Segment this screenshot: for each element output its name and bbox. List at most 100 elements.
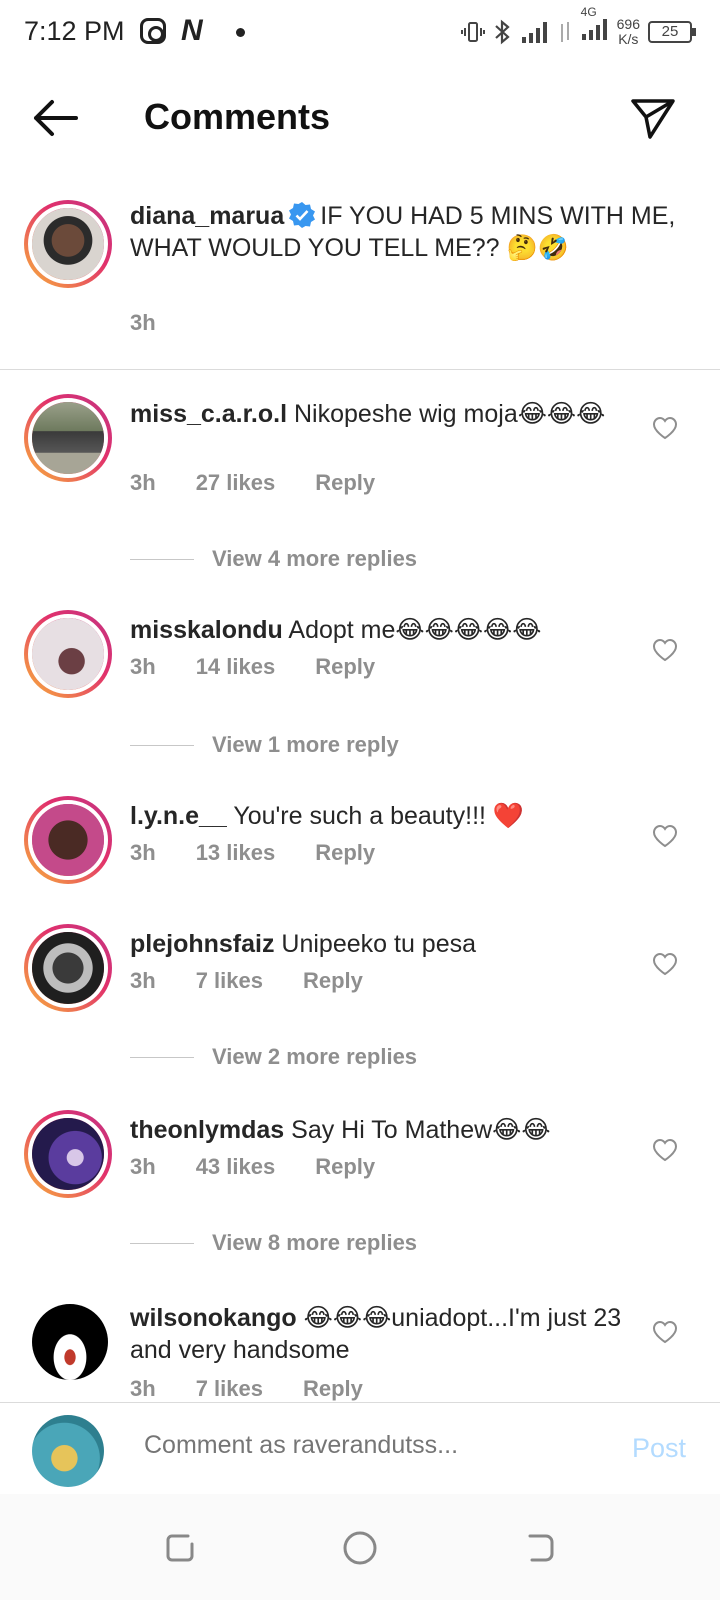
comment-likes[interactable]: 27 likes (196, 470, 276, 495)
comment-time: 3h (130, 840, 156, 865)
instagram-notification-icon (140, 18, 166, 44)
signal-4g-icon (581, 19, 607, 40)
comment-meta: 3h 13 likes Reply (130, 840, 415, 866)
comment-text: Nikopeshe wig moja😂😂😂 (294, 400, 606, 428)
caption-text-block: diana_marua IF YOU HAD 5 MINS WITH ME, WH… (130, 200, 680, 264)
comment-username[interactable]: l.y.n.e__ (130, 802, 227, 830)
comment-meta: 3h 27 likes Reply (130, 470, 415, 496)
comment-username[interactable]: theonlymdas (130, 1116, 284, 1144)
verified-badge-icon (289, 202, 316, 228)
comment-text-block: miss_c.a.r.o.l Nikopeshe wig moja😂😂😂 (130, 398, 660, 430)
network-4g-signal: 4G (581, 5, 609, 47)
replies-divider (130, 744, 194, 746)
caption-time: 3h (130, 310, 156, 335)
comments-header: Comments (0, 78, 720, 158)
comment-meta: 3h 14 likes Reply (130, 654, 415, 680)
comment-time: 3h (130, 968, 156, 993)
replies-divider (130, 558, 194, 560)
comment-text-block: theonlymdas Say Hi To Mathew😂😂 (130, 1114, 660, 1146)
commenter-avatar[interactable] (24, 1110, 112, 1198)
speed-value: 696 (616, 16, 640, 32)
recent-apps-icon[interactable] (160, 1528, 200, 1568)
signal-icon (521, 22, 547, 43)
comment-likes[interactable]: 7 likes (196, 968, 263, 993)
replies-divider (130, 1242, 194, 1244)
page-title: Comments (144, 96, 331, 137)
comment-likes[interactable]: 7 likes (196, 1376, 263, 1401)
comment-meta: 3h 7 likes Reply (130, 968, 403, 994)
comment-username[interactable]: wilsonokango (130, 1304, 297, 1332)
data-arrows-icon (560, 22, 569, 42)
view-replies-label: View 2 more replies (212, 1044, 418, 1069)
reply-button[interactable]: Reply (303, 968, 363, 993)
reply-button[interactable]: Reply (315, 470, 375, 495)
heart-outline-icon[interactable] (652, 952, 678, 976)
comment-meta: 3h 43 likes Reply (130, 1154, 415, 1180)
comment-username[interactable]: plejohnsfaiz (130, 930, 274, 958)
view-replies-label: View 4 more replies (212, 546, 418, 571)
caption-avatar[interactable] (24, 200, 112, 288)
comment-text: Say Hi To Mathew😂😂 (291, 1116, 551, 1144)
view-replies-button[interactable]: View 4 more replies (130, 544, 417, 574)
heart-outline-icon[interactable] (652, 824, 678, 848)
commenter-avatar[interactable] (24, 796, 112, 884)
comment-text: Adopt me😂😂😂😂😂 (288, 616, 542, 644)
back-nav-icon[interactable] (520, 1528, 560, 1568)
comment-time: 3h (130, 1154, 156, 1179)
current-user-avatar (32, 1415, 104, 1487)
system-nav-bar (0, 1494, 720, 1600)
heart-outline-icon[interactable] (652, 1320, 678, 1344)
view-replies-button[interactable]: View 2 more replies (130, 1042, 417, 1072)
view-replies-button[interactable]: View 1 more reply (130, 730, 399, 760)
commenter-avatar[interactable] (28, 1298, 116, 1386)
comment-text-block: plejohnsfaiz Unipeeko tu pesa (130, 928, 660, 960)
network-type: 4G (580, 5, 597, 19)
heart-outline-icon[interactable] (652, 638, 678, 662)
comment-item: l.y.n.e__ You're such a beauty!!! ❤️ 3h 1… (0, 796, 720, 886)
commenter-avatar[interactable] (24, 610, 112, 698)
comment-text: You're such a beauty!!! ❤️ (233, 802, 525, 830)
status-time: 7:12 PM (24, 16, 125, 46)
caption-meta: 3h (130, 310, 196, 336)
comment-text: Unipeeko tu pesa (281, 930, 477, 958)
more-notifications-dot-icon (236, 28, 245, 37)
comment-item: plejohnsfaiz Unipeeko tu pesa 3h 7 likes R… (0, 924, 720, 1014)
status-bar: 7:12 PM N 4G 696 K/s 25 (0, 0, 720, 66)
comment-item: theonlymdas Say Hi To Mathew😂😂 3h 43 like… (0, 1110, 720, 1200)
comment-item: misskalondu Adopt me😂😂😂😂😂 3h 14 likes Repl… (0, 610, 720, 700)
network-speed: 696 K/s (617, 17, 640, 47)
caption-username[interactable]: diana_marua (130, 202, 284, 230)
status-indicators: 4G 696 K/s 25 (460, 5, 696, 50)
comment-time: 3h (130, 470, 156, 495)
view-replies-button[interactable]: View 8 more replies (130, 1228, 417, 1258)
reply-button[interactable]: Reply (303, 1376, 363, 1401)
reply-button[interactable]: Reply (315, 840, 375, 865)
comment-likes[interactable]: 14 likes (196, 654, 276, 679)
comment-likes[interactable]: 43 likes (196, 1154, 276, 1179)
comment-likes[interactable]: 13 likes (196, 840, 276, 865)
comment-time: 3h (130, 1376, 156, 1401)
comment-text-block: wilsonokango 😂😂😂uniadopt...I'm just 23 a… (130, 1302, 660, 1366)
post-caption: diana_marua IF YOU HAD 5 MINS WITH ME, WH… (0, 192, 720, 370)
replies-divider (130, 1056, 194, 1058)
netflix-notification-icon: N (181, 14, 203, 47)
comment-username[interactable]: misskalondu (130, 616, 283, 644)
commenter-avatar[interactable] (24, 394, 112, 482)
comment-item: miss_c.a.r.o.l Nikopeshe wig moja😂😂😂 3h 2… (0, 394, 720, 504)
reply-button[interactable]: Reply (315, 654, 375, 679)
bluetooth-icon (494, 19, 510, 45)
paper-plane-icon[interactable] (630, 96, 676, 142)
view-replies-label: View 1 more reply (212, 732, 399, 757)
comment-composer: Post (0, 1402, 720, 1494)
home-icon[interactable] (340, 1528, 380, 1568)
comment-time: 3h (130, 654, 156, 679)
arrow-left-icon[interactable] (30, 96, 80, 140)
comment-input[interactable] (144, 1431, 584, 1460)
post-button[interactable]: Post (632, 1433, 686, 1464)
comment-username[interactable]: miss_c.a.r.o.l (130, 400, 287, 428)
battery-icon: 25 (648, 21, 696, 43)
commenter-avatar[interactable] (24, 924, 112, 1012)
reply-button[interactable]: Reply (315, 1154, 375, 1179)
heart-outline-icon[interactable] (652, 416, 678, 440)
heart-outline-icon[interactable] (652, 1138, 678, 1162)
